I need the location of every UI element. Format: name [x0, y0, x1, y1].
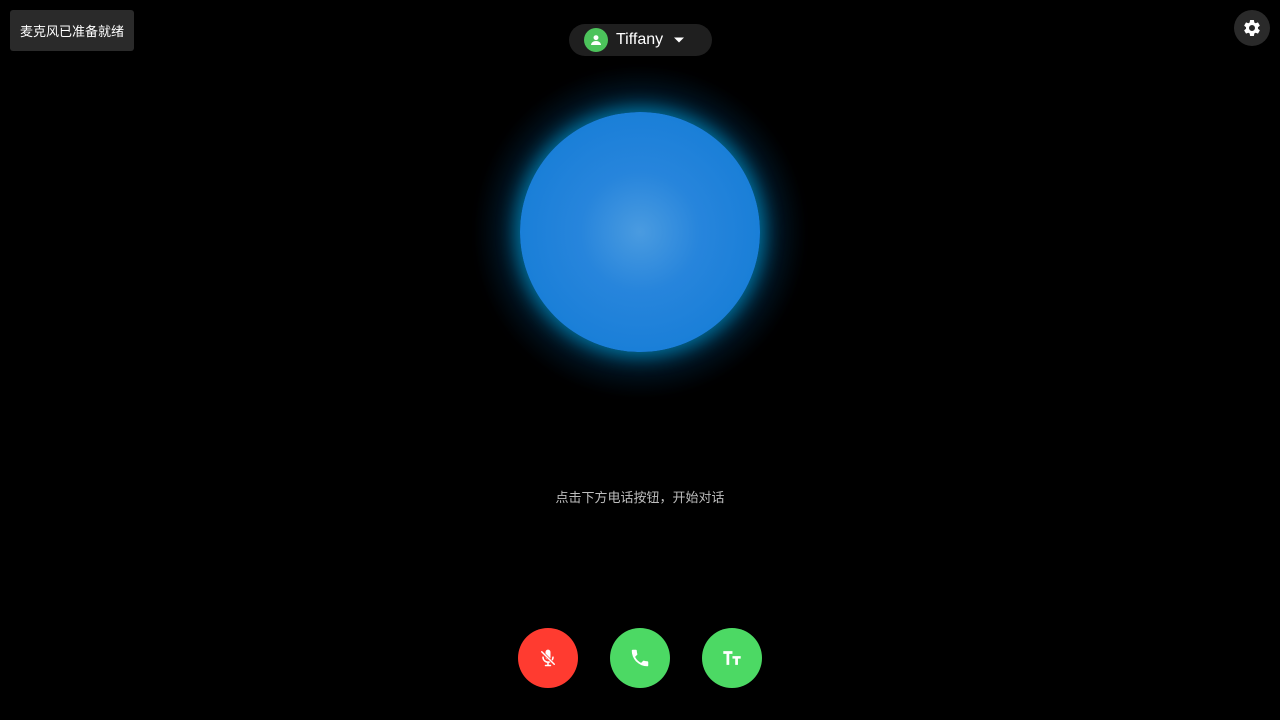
gear-icon	[1244, 19, 1260, 36]
mic-off-icon	[540, 649, 556, 667]
voice-orb	[520, 112, 760, 352]
person-icon	[591, 35, 601, 45]
avatar	[584, 28, 608, 52]
caret-down-icon	[673, 36, 685, 44]
character-name: Tiffany	[616, 31, 664, 48]
call-controls	[518, 628, 762, 688]
call-button[interactable]	[610, 628, 670, 688]
text-size-icon	[723, 651, 741, 665]
settings-button[interactable]	[1234, 10, 1270, 46]
text-size-button[interactable]	[702, 628, 762, 688]
mic-status-text: 麦克风已准备就绪	[20, 25, 125, 40]
voice-call-screen: 麦克风已准备就绪 Tiffany 点击下方电话按钮，开始对话	[0, 0, 1280, 720]
hint-text: 点击下方电话按钮，开始对话	[555, 491, 725, 506]
phone-icon	[631, 649, 649, 667]
mic-status-badge: 麦克风已准备就绪	[10, 10, 135, 51]
mute-button[interactable]	[518, 628, 578, 688]
character-selector[interactable]: Tiffany	[569, 24, 712, 56]
